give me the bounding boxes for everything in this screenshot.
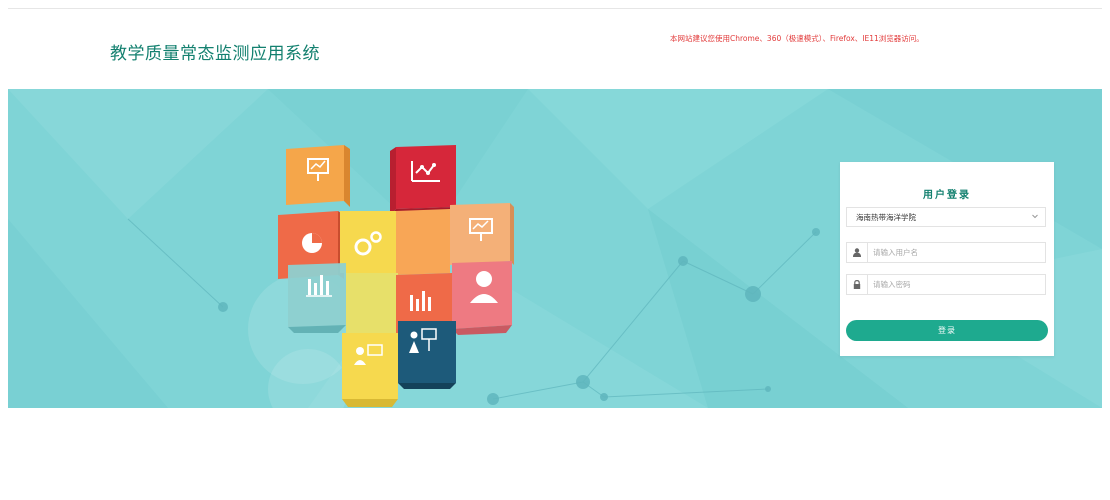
- banner: 用户登录 海南热带海洋学院 请输入用户名 登录: [8, 89, 1102, 408]
- presenter-icon: [398, 321, 456, 389]
- header: 教学质量常态监测应用系统 本网站建议您使用Chrome、360（极速模式）、Fi…: [8, 9, 1102, 89]
- username-input[interactable]: [873, 246, 1038, 259]
- login-panel: 用户登录 海南热带海洋学院 请输入用户名 登录: [840, 162, 1054, 356]
- school-select[interactable]: 海南热带海洋学院: [846, 207, 1046, 227]
- gears-icon: [340, 211, 396, 273]
- browser-notice: 本网站建议您使用Chrome、360（极速模式）、Firefox、IE11浏览器…: [670, 34, 924, 43]
- yellow-green-tile: [346, 273, 398, 333]
- user-icon: [452, 261, 512, 335]
- orange-tile: [396, 209, 450, 275]
- user-icon: [847, 243, 868, 262]
- site-title: 教学质量常态监测应用系统: [110, 44, 320, 64]
- username-field: [846, 242, 1046, 263]
- bar-chart-icon: [288, 263, 346, 333]
- lock-icon: [847, 275, 868, 294]
- password-field: [846, 274, 1046, 295]
- chevron-down-icon: [1032, 214, 1038, 219]
- presentation-chart-icon: [450, 203, 514, 265]
- login-page: 教学质量常态监测应用系统 本网站建议您使用Chrome、360（极速模式）、Fi…: [0, 0, 1110, 500]
- line-chart-icon: [390, 145, 456, 215]
- school-select-value: 海南热带海洋学院: [856, 213, 916, 222]
- presenter-icon: [342, 333, 398, 407]
- login-button[interactable]: 登录: [846, 320, 1048, 341]
- login-title: 用户登录: [923, 190, 971, 201]
- presentation-chart-icon: [286, 145, 350, 207]
- password-input[interactable]: [873, 278, 1038, 291]
